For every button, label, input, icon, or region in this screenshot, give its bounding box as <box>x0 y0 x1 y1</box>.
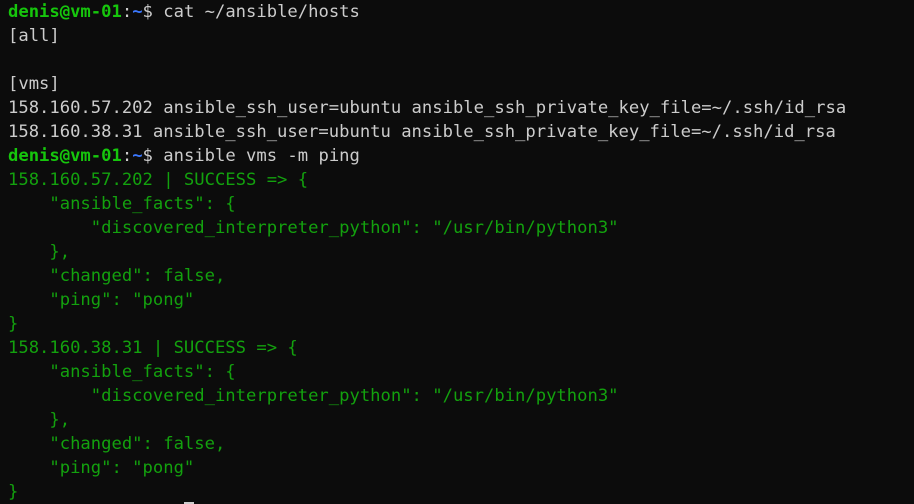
command-text: cat ~/ansible/hosts <box>163 2 360 22</box>
prompt-line: denis@vm-01:~$ cat ~/ansible/hosts <box>8 0 914 24</box>
prompt-symbol: $ <box>142 2 164 22</box>
output-line: }, <box>8 242 71 262</box>
output-line: [all] <box>8 26 60 46</box>
output-line: "discovered_interpreter_python": "/usr/b… <box>8 386 619 406</box>
output-line: }, <box>8 410 71 430</box>
output-line: "changed": false, <box>8 266 226 286</box>
output-line: 158.160.38.31 ansible_ssh_user=ubuntu an… <box>8 122 836 142</box>
output-line: "discovered_interpreter_python": "/usr/b… <box>8 218 619 238</box>
prompt-colon: : <box>121 2 133 22</box>
output-line: "ping": "pong" <box>8 458 195 478</box>
output-line: "ansible_facts": { <box>8 362 236 382</box>
command-text: ansible vms -m ping <box>163 146 360 166</box>
prompt-cwd: ~ <box>132 2 143 22</box>
prompt-user-host: denis@vm-01 <box>8 146 122 166</box>
output-line: 158.160.57.202 ansible_ssh_user=ubuntu a… <box>8 98 847 118</box>
prompt-cwd: ~ <box>132 146 143 166</box>
output-line: [vms] <box>8 74 60 94</box>
output-line: "ansible_facts": { <box>8 194 236 214</box>
prompt-line: denis@vm-01:~$ ansible vms -m ping <box>8 144 914 168</box>
output-line: 158.160.57.202 | SUCCESS => { <box>8 170 309 190</box>
output-line: "ping": "pong" <box>8 290 195 310</box>
prompt-symbol: $ <box>142 146 164 166</box>
output-line: } <box>8 314 19 334</box>
terminal-window[interactable]: denis@vm-01:~$ cat ~/ansible/hosts [all]… <box>0 0 914 504</box>
output-line: 158.160.38.31 | SUCCESS => { <box>8 338 298 358</box>
output-text: } <box>8 482 19 502</box>
prompt-colon: : <box>121 146 133 166</box>
output-line: } <box>8 480 914 504</box>
prompt-user-host: denis@vm-01 <box>8 2 122 22</box>
output-line: "changed": false, <box>8 434 226 454</box>
